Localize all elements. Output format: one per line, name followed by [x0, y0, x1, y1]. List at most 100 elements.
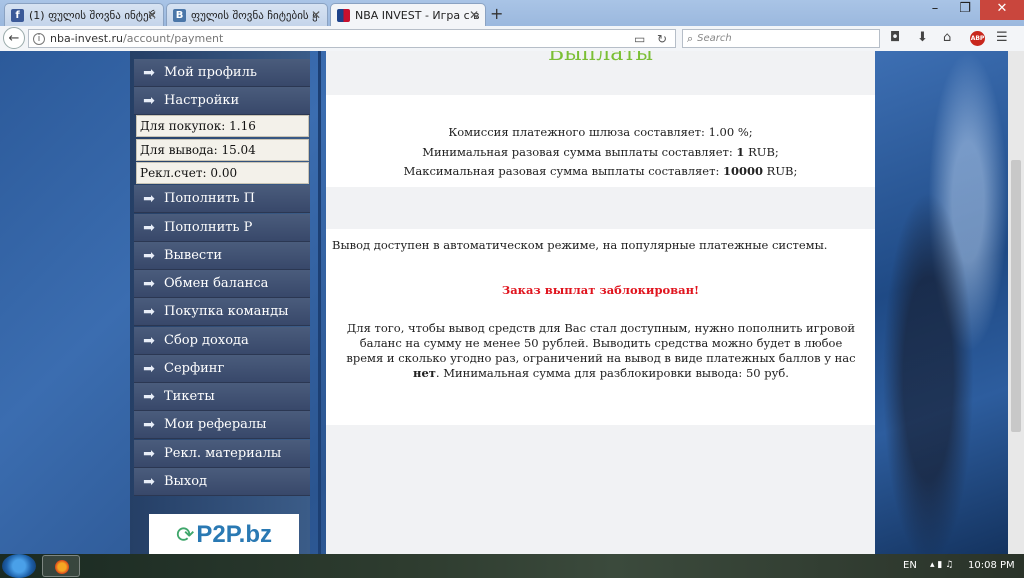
arrow-right-icon: ➡ — [143, 360, 155, 377]
tab-nba-invest[interactable]: NBA INVEST - Игра с выводом ✕ — [330, 3, 486, 27]
download-icon[interactable]: ⬇ — [917, 30, 928, 45]
sidebar-item-deposit-p[interactable]: ➡ Пополнить П — [134, 185, 310, 213]
language-indicator[interactable]: EN — [903, 560, 917, 571]
p2p-banner[interactable]: ⟳ P2P.bz — [149, 514, 299, 554]
arrow-right-icon: ➡ — [143, 219, 155, 236]
windows-taskbar: EN ▴ ▮ ♫ 10:08 PM — [0, 554, 1024, 578]
minimize-icon[interactable]: – — [920, 0, 950, 20]
sidebar-item-label: Пополнить П — [164, 191, 255, 206]
close-icon[interactable]: ✕ — [469, 8, 479, 22]
back-arrow-icon[interactable]: ← — [3, 27, 25, 49]
blocked-title: Заказ выплат заблокирован! — [501, 283, 700, 297]
firefox-icon — [55, 560, 69, 574]
maximize-icon[interactable]: ❐ — [950, 0, 980, 20]
nba-logo-icon — [337, 9, 350, 22]
sidebar-item-label: Сбор дохода — [164, 333, 249, 348]
sidebar-item-surfing[interactable]: ➡ Серфинг — [134, 355, 310, 383]
withdraw-status-panel: Вывод доступен в автоматическом режиме, … — [326, 229, 875, 425]
start-button[interactable] — [2, 554, 36, 578]
tray-icons[interactable]: ▴ ▮ ♫ — [930, 560, 953, 570]
sidebar-item-deposit-r[interactable]: ➡ Пополнить Р — [134, 214, 310, 242]
search-placeholder: Search — [697, 33, 732, 44]
arrow-right-icon: ➡ — [143, 190, 155, 207]
sidebar-item-label: Покупка команды — [164, 304, 289, 319]
tab-title: ფულის შოვნა ჩიტების ყიდვით — [191, 8, 317, 22]
sidebar-item-buy-team[interactable]: ➡ Покупка команды — [134, 298, 310, 326]
arrow-right-icon: ➡ — [143, 473, 155, 490]
sidebar-item-label: Вывести — [164, 248, 223, 263]
reader-view-icon[interactable]: ▭ — [634, 32, 645, 46]
p2p-logo-icon: ⟳ — [175, 522, 195, 548]
url-host: nba-invest.ru — [50, 32, 124, 45]
sidebar-item-exchange[interactable]: ➡ Обмен баланса — [134, 270, 310, 298]
sidebar-item-tickets[interactable]: ➡ Тикеты — [134, 383, 310, 411]
sidebar-item-withdraw[interactable]: ➡ Вывести — [134, 242, 310, 270]
sidebar-item-logout[interactable]: ➡ Выход — [134, 468, 310, 496]
new-tab-button[interactable]: + — [490, 4, 503, 23]
url-bar[interactable]: i nba-invest.ru/account/payment ▭ ↻ — [28, 29, 676, 48]
commission-line: Комиссия платежного шлюза составляет: 1.… — [448, 125, 753, 139]
sidebar-item-label: Тикеты — [164, 389, 215, 404]
payment-info-panel: Комиссия платежного шлюза составляет: 1.… — [326, 95, 875, 187]
sidebar-item-profile[interactable]: ➡ Мой профиль — [134, 59, 310, 87]
clock[interactable]: 10:08 PM — [968, 560, 1015, 571]
reload-icon[interactable]: ↻ — [657, 32, 667, 46]
sidebar-item-label: Настройки — [164, 93, 240, 108]
close-icon[interactable]: ✕ — [311, 8, 321, 22]
sidebar-item-label: Серфинг — [164, 361, 225, 376]
sidebar-item-label: Мой профиль — [164, 65, 257, 80]
balance-withdraw: Для вывода: 15.04 — [136, 139, 309, 161]
menu-icon[interactable]: ☰ — [996, 30, 1008, 45]
arrow-right-icon: ➡ — [143, 303, 155, 320]
vk-icon: В — [173, 9, 186, 22]
info-icon[interactable]: i — [33, 32, 45, 45]
search-input[interactable]: ⌕ Search — [682, 29, 880, 48]
window-close-icon[interactable]: ✕ — [980, 0, 1024, 20]
adblock-icon[interactable]: ABP — [970, 31, 985, 46]
scrollbar-thumb[interactable] — [1011, 160, 1021, 432]
sidebar-item-label: Мои рефералы — [164, 417, 267, 432]
commission-value: 1.00 %; — [708, 125, 753, 139]
home-icon[interactable]: ⌂ — [943, 30, 951, 45]
close-icon[interactable]: ✕ — [147, 8, 157, 22]
sidebar-item-label: Пополнить Р — [164, 220, 253, 235]
tab-facebook[interactable]: f (1) ფულის შოვნა ინტერნეტში ✕ — [4, 3, 164, 26]
sidebar-item-label: Выход — [164, 474, 208, 489]
sidebar-item-settings[interactable]: ➡ Настройки — [134, 87, 310, 115]
arrow-right-icon: ➡ — [143, 275, 155, 292]
arrow-right-icon: ➡ — [143, 445, 155, 462]
max-payout-value: 10000 — [723, 164, 764, 178]
tab-title: NBA INVEST - Игра с выводом — [355, 9, 479, 22]
arrow-right-icon: ➡ — [143, 388, 155, 405]
taskbar-firefox[interactable] — [42, 555, 80, 577]
balance-purchase: Для покупок: 1.16 — [136, 115, 309, 137]
sidebar-item-label: Рекл. материалы — [164, 446, 282, 461]
facebook-icon: f — [11, 9, 24, 22]
min-payout-line: Минимальная разовая сумма выплаты состав… — [422, 145, 779, 159]
arrow-right-icon: ➡ — [143, 92, 155, 109]
tab-vk[interactable]: В ფულის შოვნა ჩიტების ყიდვით ✕ — [166, 3, 328, 26]
banner-text: P2P.bz — [196, 521, 273, 548]
arrow-right-icon: ➡ — [143, 247, 155, 264]
max-payout-line: Максимальная разовая сумма выплаты соста… — [403, 164, 798, 178]
pocket-icon[interactable]: ◘ — [890, 30, 900, 45]
background-image — [875, 51, 1008, 554]
url-path: /account/payment — [123, 32, 224, 45]
sidebar-item-referrals[interactable]: ➡ Мои рефералы — [134, 411, 310, 439]
sidebar-item-label: Обмен баланса — [164, 276, 269, 291]
arrow-right-icon: ➡ — [143, 64, 155, 81]
main-content: Выплаты Комиссия платежного шлюза состав… — [326, 51, 875, 554]
divider — [318, 51, 321, 554]
browser-tab-bar: f (1) ფულის შოვნა ინტერნეტში ✕ В ფულის შ… — [0, 0, 1024, 27]
sidebar-item-ad-materials[interactable]: ➡ Рекл. материалы — [134, 440, 310, 468]
browser-nav-bar: ← i nba-invest.ru/account/payment ▭ ↻ ⌕ … — [0, 26, 1024, 52]
balance-advert: Рекл.счет: 0.00 — [136, 162, 309, 184]
search-icon: ⌕ — [687, 31, 694, 45]
arrow-right-icon: ➡ — [143, 416, 155, 433]
sidebar-item-collect-income[interactable]: ➡ Сбор дохода — [134, 327, 310, 355]
auto-withdraw-note: Вывод доступен в автоматическом режиме, … — [332, 238, 828, 252]
blocked-description: Для того, чтобы вывод средств для Вас ст… — [346, 321, 856, 380]
page-title: Выплаты — [547, 51, 654, 66]
tab-title: (1) ფულის შოვნა ინტერნეტში — [29, 8, 155, 22]
web-page: ➡ Мой профиль ➡ Настройки Для покупок: 1… — [0, 51, 1008, 554]
